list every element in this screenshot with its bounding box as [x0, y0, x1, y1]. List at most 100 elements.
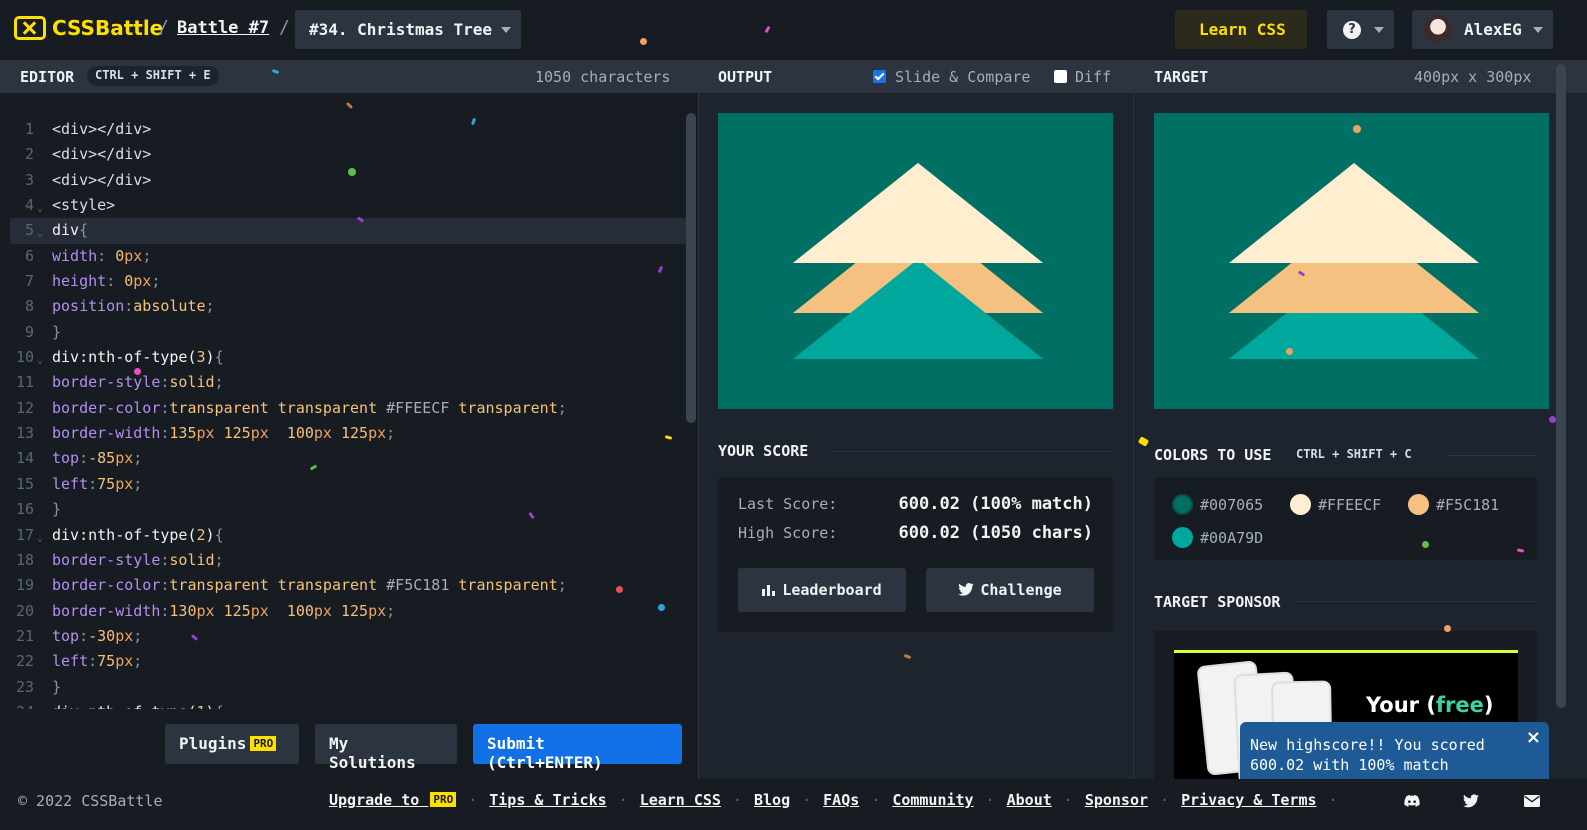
color-dot: [1408, 494, 1429, 515]
footer-link-blog[interactable]: Blog: [754, 791, 790, 809]
line-number: 19: [15, 576, 34, 595]
code-line[interactable]: 2 <div></div>: [10, 142, 686, 167]
footer-separator: ·: [871, 791, 881, 809]
line-number: 22: [15, 652, 34, 671]
plugins-button[interactable]: Plugins PRO: [165, 724, 299, 764]
footer-separator: ·: [732, 791, 742, 809]
editor-shortcut-badge: CTRL + SHIFT + E: [87, 66, 219, 86]
leaderboard-button[interactable]: Leaderboard: [738, 568, 906, 612]
footer-link-learn-css[interactable]: Learn CSS: [640, 791, 721, 809]
code-line[interactable]: 11 border-style:solid;: [10, 370, 686, 395]
footer-link-about[interactable]: About: [1007, 791, 1052, 809]
footer-link-tips[interactable]: Tips & Tricks: [489, 791, 606, 809]
color-swatch[interactable]: #007065: [1172, 494, 1263, 515]
target-size: 400px x 300px: [1414, 68, 1532, 86]
twitter-icon[interactable]: [1463, 793, 1479, 809]
code-line[interactable]: 13 border-width:135px 125px 100px 125px;: [10, 421, 686, 446]
footer-separator: ·: [1160, 791, 1170, 809]
output-preview[interactable]: [718, 113, 1113, 409]
code-line[interactable]: 7 height: 0px;: [10, 269, 686, 294]
code-area[interactable]: 1 <div></div> 2 <div></div> 3 <div></div> 4 ⌄ <s…: [10, 117, 686, 709]
bar-chart-icon: [762, 585, 776, 596]
code-editor[interactable]: 1 <div></div> 2 <div></div> 3 <div></div> 4 ⌄ <s…: [0, 93, 698, 779]
target-title: TARGET: [1154, 68, 1209, 86]
code-line[interactable]: 12 border-color:transparent transparent #…: [10, 396, 686, 421]
line-number: 1: [24, 120, 34, 138]
code-line[interactable]: 1 <div></div>: [10, 117, 686, 142]
avatar: [1424, 15, 1452, 43]
high-score-label: High Score:: [738, 524, 838, 542]
discord-icon[interactable]: [1404, 793, 1420, 809]
selected-target: #34. Christmas Tree: [309, 20, 493, 39]
footer-link-community[interactable]: Community: [892, 791, 973, 809]
color-dot: [1172, 527, 1193, 548]
color-swatch[interactable]: #00A79D: [1172, 527, 1263, 548]
logo-icon: [14, 16, 46, 40]
color-swatch[interactable]: #FFEECF: [1290, 494, 1381, 515]
code-line[interactable]: 19 border-color:transparent transparent #…: [10, 573, 686, 598]
footer-separator: ·: [985, 791, 995, 809]
footer-link-privacy[interactable]: Privacy & Terms: [1181, 791, 1316, 809]
chevron-down-icon: [1374, 27, 1384, 33]
panel-divider: [1133, 93, 1134, 779]
diff-checkbox[interactable]: [1054, 70, 1067, 83]
code-line[interactable]: 5 ⌄ div{: [10, 218, 686, 244]
code-line[interactable]: 15 left:75px;: [10, 472, 686, 497]
submit-button[interactable]: Submit (Ctrl+ENTER): [473, 724, 682, 772]
editor-scrollbar[interactable]: [686, 113, 696, 423]
page-scrollbar[interactable]: [1556, 64, 1566, 708]
chevron-down-icon: [1533, 27, 1543, 33]
code-line[interactable]: 20 border-width:130px 125px 100px 125px;: [10, 599, 686, 624]
line-number: 13: [15, 424, 34, 443]
close-icon[interactable]: ×: [1526, 728, 1541, 748]
your-score-title: YOUR SCORE: [718, 442, 809, 460]
code-line[interactable]: 4 ⌄ <style>: [10, 193, 686, 218]
code-line[interactable]: 23}: [10, 675, 686, 700]
footer-link-upgrade[interactable]: Upgrade to PRO: [329, 791, 457, 809]
target-select-dropdown[interactable]: #34. Christmas Tree: [295, 10, 521, 49]
line-number: 18: [15, 550, 34, 569]
slide-compare-label[interactable]: Slide & Compare: [895, 68, 1030, 86]
my-solutions-button[interactable]: My Solutions: [315, 724, 457, 772]
diff-label[interactable]: Diff: [1075, 68, 1111, 86]
color-swatch[interactable]: #F5C181: [1408, 494, 1499, 515]
chevron-down-icon: [501, 27, 511, 33]
output-title: OUTPUT: [718, 68, 773, 86]
code-line[interactable]: 21 top:-30px;: [10, 624, 686, 649]
learn-css-button[interactable]: Learn CSS: [1175, 10, 1307, 49]
slide-compare-checkbox[interactable]: [873, 70, 886, 83]
breadcrumb-separator: /: [279, 17, 290, 38]
code-line[interactable]: 22 left:75px;: [10, 649, 686, 674]
code-line[interactable]: 18 border-style:solid;: [10, 548, 686, 573]
line-number: 10: [15, 348, 34, 367]
last-score-value: 600.02 (100% match): [898, 494, 1093, 514]
section-divider: [832, 451, 1113, 452]
footer-link-faqs[interactable]: FAQs: [823, 791, 859, 809]
colors-card: #007065 #FFEECF #F5C181 #00A79D: [1154, 477, 1537, 560]
code-line[interactable]: 8 position:absolute;: [10, 294, 686, 319]
fold-arrow-icon[interactable]: ⌄: [37, 703, 43, 709]
footer-links: Upgrade to PRO · Tips & Tricks · Learn C…: [329, 791, 1338, 809]
challenge-button[interactable]: Challenge: [926, 568, 1094, 612]
cssbattle-logo[interactable]: CSSBattle: [14, 16, 163, 40]
color-hex: #F5C181: [1436, 495, 1500, 514]
help-menu-button[interactable]: ?: [1327, 10, 1394, 49]
code-line[interactable]: 17 ⌄ div:nth-of-type(2){: [10, 523, 686, 548]
code-line[interactable]: 6 width: 0px;: [10, 244, 686, 269]
code-line[interactable]: 14 top:-85px;: [10, 446, 686, 471]
colors-shortcut-badge: CTRL + SHIFT + C: [1288, 445, 1420, 465]
code-line[interactable]: 16}: [10, 497, 686, 522]
code-line[interactable]: 24⌄div:nth-of-type(1){: [10, 700, 686, 709]
code-line[interactable]: 10 ⌄ div:nth-of-type(3){: [10, 345, 686, 370]
mail-icon[interactable]: [1524, 793, 1540, 809]
footer: © 2022 CSSBattle Upgrade to PRO · Tips &…: [0, 779, 1587, 830]
line-number: 11: [15, 373, 34, 392]
battle-link[interactable]: Battle #7: [177, 18, 269, 38]
user-menu-button[interactable]: AlexEG: [1412, 10, 1553, 49]
my-solutions-label: My Solutions: [329, 734, 416, 772]
code-line[interactable]: 3 <div></div>: [10, 168, 686, 193]
line-number: 8: [24, 297, 34, 316]
footer-link-sponsor[interactable]: Sponsor: [1085, 791, 1148, 809]
tree-top-triangle: [793, 113, 1043, 263]
code-line[interactable]: 9}: [10, 320, 686, 345]
